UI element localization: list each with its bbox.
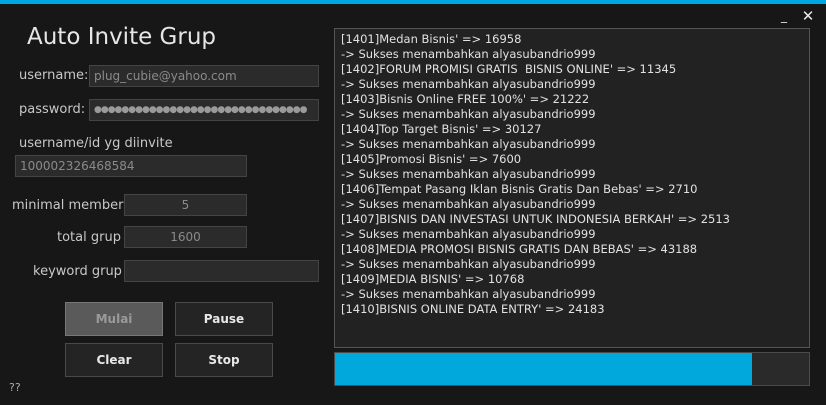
app-title: Auto Invite Grup: [27, 24, 217, 50]
keyword-field[interactable]: [124, 260, 319, 282]
min-member-label: minimal member: [12, 198, 124, 213]
log-line: [1403]Bisnis Online FREE 100%' => 21222: [341, 92, 590, 106]
log-line: [1407]BISNIS DAN INVESTASI UNTUK INDONES…: [341, 212, 730, 226]
log-line: -> Sukses menambahkan alyasubandrio999: [341, 287, 596, 301]
log-line: -> Sukses menambahkan alyasubandrio999: [341, 107, 596, 121]
log-line: -> Sukses menambahkan alyasubandrio999: [341, 47, 596, 61]
start-button[interactable]: Mulai: [65, 302, 163, 336]
log-line: -> Sukses menambahkan alyasubandrio999: [341, 77, 596, 91]
pause-button[interactable]: Pause: [175, 302, 273, 336]
clear-button[interactable]: Clear: [65, 343, 163, 377]
log-line: [1405]Promosi Bisnis' => 7600: [341, 152, 522, 166]
progress-bar: [334, 352, 810, 386]
log-line: [1409]MEDIA BISNIS' => 10768: [341, 272, 525, 286]
progress-fill: [335, 353, 753, 385]
log-line: [1404]Top Target Bisnis' => 30127: [341, 122, 542, 136]
log-line: [1410]BISNIS ONLINE DATA ENTRY' => 24183: [341, 302, 605, 316]
app-window: _ ✕ Auto Invite Grup username: plug_cubi…: [0, 0, 826, 405]
stop-button[interactable]: Stop: [175, 343, 273, 377]
username-label: username:: [19, 68, 89, 83]
log-line: [1401]Medan Bisnis' => 16958: [341, 32, 522, 46]
target-label: username/id yg diinvite: [19, 136, 173, 151]
log-line: [1408]MEDIA PROMOSI BISNIS GRATIS DAN BE…: [341, 242, 698, 256]
minimize-button[interactable]: _: [776, 8, 792, 24]
log-line: [1406]Tempat Pasang Iklan Bisnis Gratis …: [341, 182, 698, 196]
username-field[interactable]: plug_cubie@yahoo.com: [89, 65, 319, 87]
close-button[interactable]: ✕: [800, 8, 816, 24]
keyword-label: keyword grup: [33, 264, 122, 279]
log-line: -> Sukses menambahkan alyasubandrio999: [341, 137, 596, 151]
total-group-field[interactable]: 1600: [124, 226, 247, 248]
min-member-field[interactable]: 5: [124, 194, 247, 216]
log-line: -> Sukses menambahkan alyasubandrio999: [341, 257, 596, 271]
log-output[interactable]: [1401]Medan Bisnis' => 16958 -> Sukses me…: [334, 28, 810, 348]
log-line: [1402]FORUM PROMISI GRATIS BISNIS ONLINE…: [341, 62, 677, 76]
password-label: password:: [19, 102, 86, 117]
total-group-label: total grup: [57, 230, 121, 245]
log-line: -> Sukses menambahkan alyasubandrio999: [341, 197, 596, 211]
accent-bar: [0, 0, 826, 4]
password-field[interactable]: ●●●●●●●●●●●●●●●●●●●●●●●●●●●●●●●: [89, 99, 319, 121]
log-line: -> Sukses menambahkan alyasubandrio999: [341, 227, 596, 241]
target-id-field[interactable]: 100002326468584: [15, 155, 247, 177]
log-line: -> Sukses menambahkan alyasubandrio999: [341, 167, 596, 181]
help-text[interactable]: ??: [9, 381, 21, 394]
